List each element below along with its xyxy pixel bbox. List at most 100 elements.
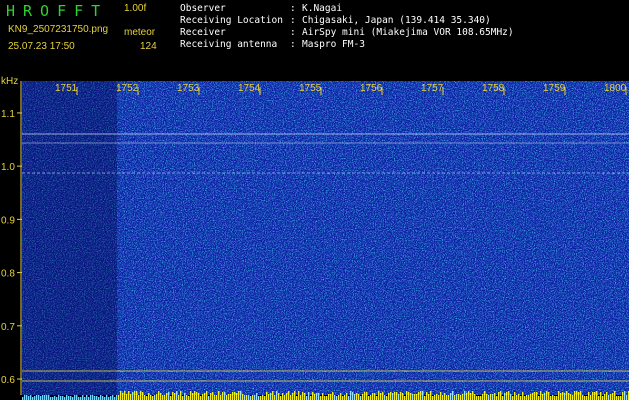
signal-bar (524, 396, 526, 400)
spectrogram-dark-band (22, 81, 117, 395)
signal-bar (406, 391, 408, 400)
signal-bar (596, 391, 598, 400)
signal-bar (288, 391, 290, 400)
signal-bar (492, 394, 494, 400)
signal-bar (202, 394, 204, 400)
signal-bar (314, 394, 316, 400)
signal-bar (462, 394, 464, 400)
signal-bar (322, 393, 324, 400)
signal-bar (106, 395, 108, 400)
signal-bar (424, 396, 426, 400)
signal-bar (234, 392, 236, 400)
signal-bar (438, 395, 440, 400)
signal-bar (542, 394, 544, 400)
signal-bar (514, 392, 516, 400)
signal-bar (526, 395, 528, 400)
signal-bar (70, 396, 72, 400)
signal-bar (142, 392, 144, 400)
signal-bar (520, 396, 522, 400)
signal-bar (436, 394, 438, 400)
app-title: HROFFT (6, 2, 109, 20)
signal-bar (268, 394, 270, 400)
info-sep: : (290, 3, 296, 14)
signal-bar (208, 396, 210, 400)
signal-bar (166, 393, 168, 400)
signal-bar (454, 395, 456, 400)
signal-bar (238, 391, 240, 400)
signal-bar (528, 395, 530, 400)
signal-bar (26, 395, 28, 400)
signal-bar (144, 395, 146, 400)
signal-bar (478, 396, 480, 400)
signal-bar (168, 392, 170, 400)
signal-bar (364, 392, 366, 400)
signal-bar (222, 392, 224, 400)
signal-bar (622, 392, 624, 400)
signal-bar (384, 395, 386, 400)
signal-bar (232, 392, 234, 400)
signal-bar (618, 396, 620, 400)
signal-bar (566, 391, 568, 400)
signal-bar (304, 393, 306, 400)
signal-bar (476, 396, 478, 400)
info-row-observer: Observer: K.Nagai (180, 3, 514, 15)
signal-bar (456, 394, 458, 400)
signal-bar (246, 395, 248, 400)
signal-bar (36, 395, 38, 400)
signal-bar (404, 396, 406, 400)
date-time: 25.07.23 17:50 (8, 41, 75, 52)
frequency-tick-label: 0.8 (1, 269, 15, 280)
signal-bar (330, 394, 332, 400)
signal-bar (560, 393, 562, 400)
signal-bar (180, 391, 182, 400)
signal-bar (616, 396, 618, 400)
signal-bar (82, 395, 84, 400)
signal-bar (340, 393, 342, 400)
signal-bar (564, 393, 566, 400)
signal-bar (316, 393, 318, 400)
signal-bar (494, 393, 496, 400)
signal-bar (350, 391, 352, 400)
signal-bar (400, 392, 402, 400)
signal-bar (258, 396, 260, 400)
signal-bar (474, 394, 476, 400)
signal-bar (190, 391, 192, 400)
signal-bar (312, 392, 314, 400)
signal-bar (508, 391, 510, 400)
signal-bar (534, 392, 536, 400)
time-tick-label: 1800 (604, 83, 627, 94)
signal-bar (572, 395, 574, 400)
signal-bar (396, 392, 398, 400)
info-sep: : (290, 27, 296, 38)
signal-bar (184, 393, 186, 400)
signal-bar (608, 395, 610, 400)
signal-bar (422, 391, 424, 400)
signal-bar (388, 393, 390, 400)
signal-bar (442, 395, 444, 400)
signal-bar (280, 396, 282, 400)
info-key: Observer (180, 3, 226, 14)
signal-bar (94, 396, 96, 400)
signal-bar (66, 395, 68, 400)
signal-bar (336, 396, 338, 400)
signal-bar (394, 392, 396, 400)
signal-bar (468, 391, 470, 400)
signal-bar (606, 392, 608, 400)
signal-bar (548, 392, 550, 400)
signal-bar (398, 394, 400, 400)
signal-bar (368, 396, 370, 400)
signal-bar (186, 395, 188, 400)
signal-bar (148, 393, 150, 400)
signal-bar (386, 396, 388, 400)
signal-bar (366, 392, 368, 400)
signal-bar (96, 396, 98, 400)
signal-bar (256, 393, 258, 400)
signal-bar (522, 392, 524, 400)
frequency-tick-label: 1.0 (1, 162, 15, 173)
signal-bar (292, 393, 294, 400)
signal-bar (582, 395, 584, 400)
time-tick-label: 1755 (299, 83, 322, 94)
signal-bar (298, 391, 300, 400)
frequency-tick-label: 1.1 (1, 109, 15, 120)
info-row-antenna: Receiving antenna: Maspro FM-3 (180, 39, 514, 51)
